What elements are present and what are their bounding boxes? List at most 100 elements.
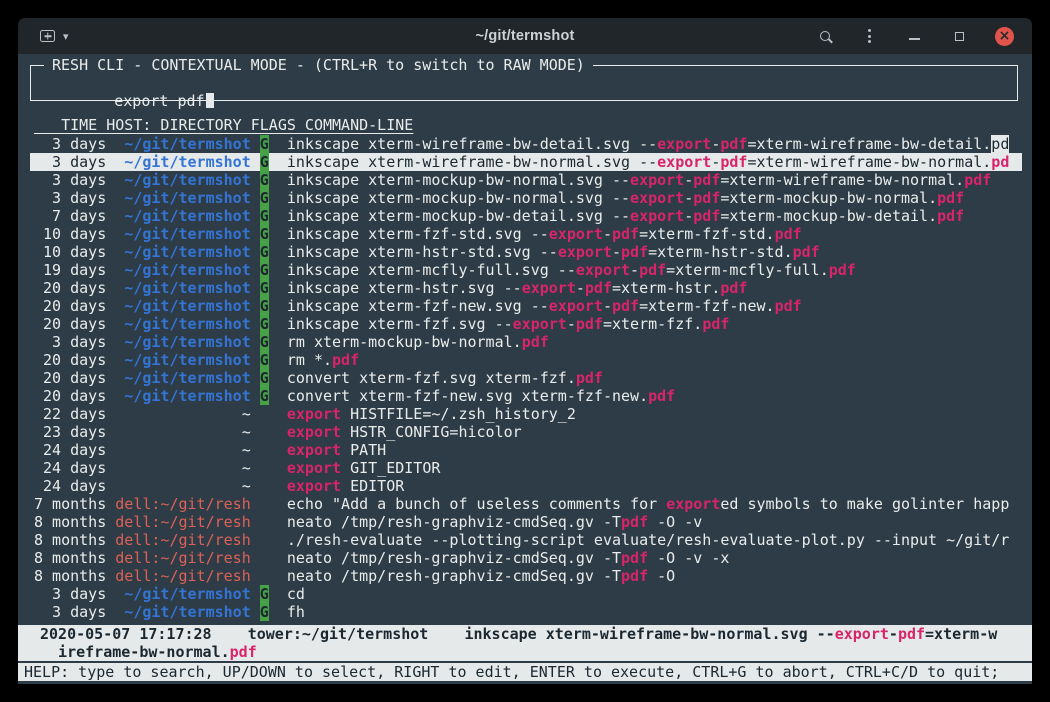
cmd-segment: inkscape xterm-wireframe-bw-normal.svg -… xyxy=(287,153,657,171)
row-time: 3 days xyxy=(34,171,106,189)
row-host-directory: dell:~/git/resh xyxy=(106,567,260,585)
cmd-segment: export xyxy=(666,495,720,513)
row-flags xyxy=(260,405,269,423)
cmd-segment: =xterm-w xyxy=(925,625,997,643)
cmd-segment: inkscape xterm-wireframe-bw-detail.svg -… xyxy=(287,135,657,153)
history-row[interactable]: 20 days ~/git/termshot G inkscape xterm-… xyxy=(30,279,1022,297)
row-time: 20 days xyxy=(34,279,106,297)
row-host-directory: ~/git/termshot xyxy=(106,243,260,261)
history-row[interactable]: 20 days ~/git/termshot G inkscape xterm-… xyxy=(30,297,1022,315)
history-row[interactable]: 24 days ~ export PATH xyxy=(30,441,1022,459)
row-flags: G xyxy=(260,171,269,189)
cmd-segment: pdf xyxy=(230,643,257,661)
history-row[interactable]: 3 days ~/git/termshot G inkscape xterm-m… xyxy=(30,189,1022,207)
cmd-segment: pdf xyxy=(775,297,802,315)
history-row[interactable]: 8 months dell:~/git/resh neato /tmp/resh… xyxy=(30,549,1022,567)
cmd-segment: -O xyxy=(648,567,675,585)
row-host-directory: ~ xyxy=(106,477,260,495)
text-cursor xyxy=(206,93,215,108)
history-row[interactable]: 20 days ~/git/termshot G convert xterm-f… xyxy=(30,369,1022,387)
history-row[interactable]: 10 days ~/git/termshot G inkscape xterm-… xyxy=(30,243,1022,261)
row-flags: G xyxy=(260,225,269,243)
history-row[interactable]: 7 days ~/git/termshot G inkscape xterm-m… xyxy=(30,207,1022,225)
row-time: 23 days xyxy=(34,423,106,441)
cmd-segment: pdf xyxy=(720,153,747,171)
cmd-segment: - xyxy=(684,207,693,225)
cmd-segment: pdf xyxy=(720,279,747,297)
cmd-segment: pdf xyxy=(898,625,925,643)
history-row[interactable]: 3 days ~/git/termshot G inkscape xterm-w… xyxy=(30,135,1022,153)
history-row[interactable]: 8 months dell:~/git/resh neato /tmp/resh… xyxy=(30,513,1022,531)
history-row[interactable]: 20 days ~/git/termshot G convert xterm-f… xyxy=(30,387,1022,405)
cmd-segment: ireframe-bw-normal. xyxy=(40,643,230,661)
window-titlebar[interactable]: ▾ ~/git/termshot × xyxy=(18,18,1032,54)
cmd-segment: inkscape xterm-hstr-std.svg -- xyxy=(287,243,558,261)
row-flags: G xyxy=(260,135,269,153)
history-row[interactable]: 8 months dell:~/git/resh neato /tmp/resh… xyxy=(30,567,1022,585)
history-row[interactable]: 22 days ~ export HISTFILE=~/.zsh_history… xyxy=(30,405,1022,423)
history-row[interactable]: 20 days ~/git/termshot G rm *.pdf xyxy=(30,351,1022,369)
cmd-segment: inkscape xterm-mcfly-full.svg -- xyxy=(287,261,576,279)
cmd-segment: =xterm-fzf-new. xyxy=(639,297,774,315)
row-time: 24 days xyxy=(34,459,106,477)
cmd-segment: pdf xyxy=(648,387,675,405)
close-button[interactable]: × xyxy=(995,27,1014,46)
history-row[interactable]: 23 days ~ export HSTR_CONFIG=hicolor xyxy=(30,423,1022,441)
cmd-segment: - xyxy=(630,261,639,279)
detail-line: 2020-05-07 17:17:28 tower:~/git/termshot… xyxy=(40,625,1032,643)
new-tab-button[interactable]: ▾ xyxy=(40,30,69,43)
history-rows: 3 days ~/git/termshot G inkscape xterm-w… xyxy=(30,135,1022,621)
cmd-segment: export xyxy=(513,315,567,333)
history-row[interactable]: 3 days ~/git/termshot G inkscape xterm-w… xyxy=(30,153,1022,171)
history-row[interactable]: 24 days ~ export GIT_EDITOR xyxy=(30,459,1022,477)
cmd-segment: =xterm-fzf. xyxy=(603,315,702,333)
search-button[interactable] xyxy=(815,27,834,46)
cmd-segment: inkscape xterm-fzf.svg -- xyxy=(287,315,513,333)
history-row[interactable]: 3 days ~/git/termshot G rm xterm-mockup-… xyxy=(30,333,1022,351)
row-flags xyxy=(260,441,269,459)
history-row[interactable]: 19 days ~/git/termshot G inkscape xterm-… xyxy=(30,261,1022,279)
cmd-segment: =xterm-fzf-std. xyxy=(639,225,774,243)
row-flags: G xyxy=(260,369,269,387)
menu-button[interactable] xyxy=(860,27,879,46)
search-box[interactable]: RESH CLI - CONTEXTUAL MODE - (CTRL+R to … xyxy=(30,65,1018,101)
row-time: 8 months xyxy=(34,531,106,549)
cmd-segment: =xterm-hstr. xyxy=(612,279,720,297)
cmd-segment: =xterm-mockup-bw-detail. xyxy=(720,207,937,225)
row-time: 7 months xyxy=(34,495,106,513)
row-host-directory: ~/git/termshot xyxy=(106,297,260,315)
minimize-button[interactable] xyxy=(905,27,924,46)
cmd-segment: pdf xyxy=(621,567,648,585)
search-query-line[interactable]: export pdf xyxy=(42,74,214,128)
cmd-segment: pdf xyxy=(693,189,720,207)
detail-lines: 2020-05-07 17:17:28 tower:~/git/termshot… xyxy=(40,625,1032,661)
row-time: 8 months xyxy=(34,549,106,567)
history-row[interactable]: 7 months dell:~/git/resh echo "Add a bun… xyxy=(30,495,1022,513)
cmd-segment: - xyxy=(684,171,693,189)
history-row[interactable]: 24 days ~ export EDITOR xyxy=(30,477,1022,495)
cmd-segment: =xterm-mcfly-full. xyxy=(666,261,829,279)
row-flags xyxy=(260,567,269,585)
row-host-directory: ~/git/termshot xyxy=(106,189,260,207)
row-flags xyxy=(260,531,269,549)
row-time: 3 days xyxy=(34,585,106,603)
history-row[interactable]: 10 days ~/git/termshot G inkscape xterm-… xyxy=(30,225,1022,243)
cmd-segment: pdf xyxy=(775,225,802,243)
history-row[interactable]: 20 days ~/git/termshot G inkscape xterm-… xyxy=(30,315,1022,333)
cmd-segment: pdf xyxy=(964,171,991,189)
history-row[interactable]: 3 days ~/git/termshot G inkscape xterm-m… xyxy=(30,171,1022,189)
cmd-segment: - xyxy=(684,189,693,207)
history-row[interactable]: 8 months dell:~/git/resh ./resh-evaluate… xyxy=(30,531,1022,549)
history-row[interactable]: 3 days ~/git/termshot G fh xyxy=(30,603,1022,621)
search-query-text[interactable]: export pdf xyxy=(114,92,204,110)
cmd-segment: pdf xyxy=(621,243,648,261)
cmd-segment: pdf xyxy=(621,513,648,531)
cmd-segment: pdf xyxy=(693,207,720,225)
restore-button[interactable] xyxy=(950,27,969,46)
search-box-title: RESH CLI - CONTEXTUAL MODE - (CTRL+R to … xyxy=(44,56,593,74)
cmd-segment: pdf xyxy=(576,369,603,387)
row-time: 3 days xyxy=(34,135,106,153)
row-time: 10 days xyxy=(34,243,106,261)
cmd-segment: =xterm-wireframe-bw-detail. xyxy=(747,135,991,153)
history-row[interactable]: 3 days ~/git/termshot G cd xyxy=(30,585,1022,603)
